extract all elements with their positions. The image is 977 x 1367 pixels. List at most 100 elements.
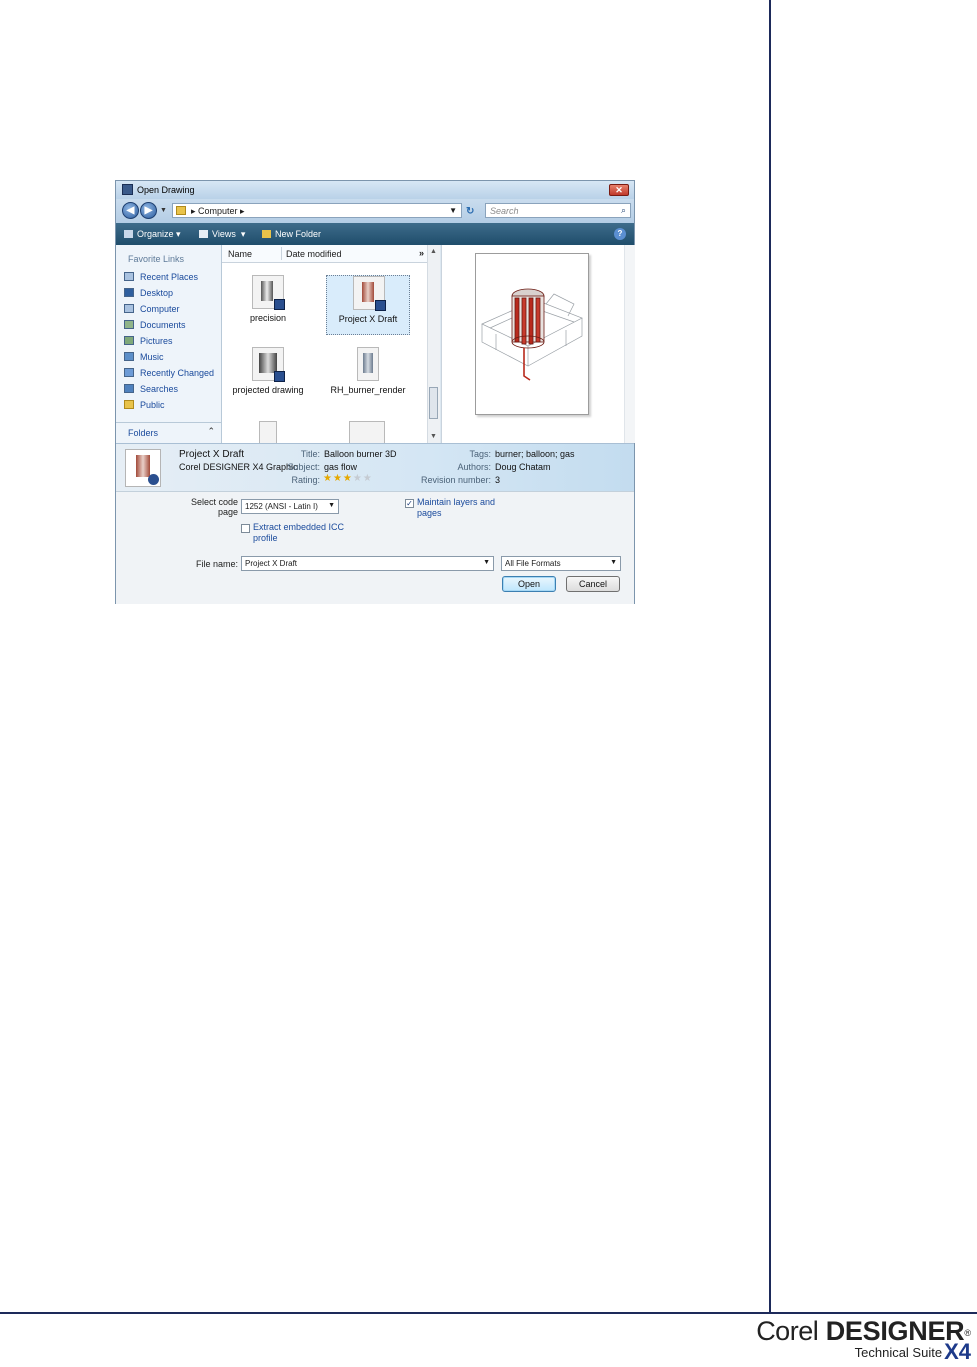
chevron-down-icon: ▼	[328, 502, 335, 509]
subject-label: Subject:	[287, 462, 320, 472]
file-type-select[interactable]: All File Formats ▼	[501, 556, 621, 571]
footer-rule	[0, 1312, 977, 1314]
rating-label: Rating:	[291, 475, 320, 485]
revision-value: 3	[495, 475, 501, 485]
refresh-icon[interactable]: ↻	[466, 206, 474, 217]
file-tile-partial[interactable]	[226, 417, 310, 443]
fav-item-documents[interactable]: Documents	[124, 320, 186, 330]
corel-designer-icon	[274, 371, 285, 382]
file-tile-project-x-draft[interactable]: Project X Draft	[326, 275, 410, 335]
address-bar[interactable]: ▸ Computer ▸ ▼	[172, 203, 462, 218]
file-tile-rh-burner-render[interactable]: RH_burner_render	[326, 343, 410, 403]
maintain-layers-label[interactable]: Maintain layers and pages	[417, 497, 495, 519]
more-columns-icon[interactable]: »	[419, 248, 424, 258]
title-value[interactable]: Balloon burner 3D	[324, 449, 397, 459]
authors-label: Authors:	[457, 462, 491, 472]
address-dropdown-icon[interactable]: ▼	[449, 206, 457, 215]
file-name-label: RH_burner_render	[330, 385, 406, 395]
chevron-down-icon[interactable]: ▼	[483, 559, 490, 566]
fav-item-desktop[interactable]: Desktop	[124, 288, 173, 298]
column-divider[interactable]	[281, 247, 282, 260]
corel-designer-icon	[274, 299, 285, 310]
authors-value[interactable]: Doug Chatam	[495, 462, 551, 472]
file-thumbnail	[349, 421, 385, 443]
search-input[interactable]: Search ⌕	[485, 203, 631, 218]
scroll-thumb[interactable]	[429, 387, 438, 419]
file-tile-precision[interactable]: precision	[226, 271, 310, 331]
preview-pane	[441, 245, 635, 443]
column-name-header[interactable]: Name	[228, 249, 252, 259]
forward-button[interactable]: ▶	[140, 202, 157, 219]
dialog-title: Open Drawing	[137, 185, 195, 195]
file-thumbnail	[252, 275, 285, 310]
code-page-select[interactable]: 1252 (ANSI - Latin I) ▼	[241, 499, 339, 514]
open-drawing-dialog: Open Drawing ✕ ◀ ▶ ▼ ▸ Computer ▸ ▼ ↻ Se…	[115, 180, 635, 604]
cancel-button[interactable]: Cancel	[566, 576, 620, 592]
preview-scrollbar[interactable]	[624, 245, 635, 443]
tags-value[interactable]: burner; balloon; gas	[495, 449, 575, 459]
computer-icon	[124, 304, 134, 313]
app-icon	[122, 184, 133, 195]
fav-item-public[interactable]: Public	[124, 400, 165, 410]
fav-item-label: Public	[140, 400, 165, 410]
search-icon[interactable]: ⌕	[621, 205, 626, 216]
burner-drawing-preview	[481, 288, 583, 381]
help-icon[interactable]: ?	[614, 228, 626, 240]
organize-button[interactable]: Organize ▾	[124, 229, 181, 240]
search-placeholder: Search	[490, 206, 519, 216]
fav-item-searches[interactable]: Searches	[124, 384, 178, 394]
extract-icc-label[interactable]: Extract embedded ICC profile	[253, 522, 344, 544]
navigation-bar: ◀ ▶ ▼ ▸ Computer ▸ ▼ ↻ Search ⌕	[116, 199, 634, 223]
scroll-down-icon[interactable]: ▼	[430, 433, 437, 440]
favorite-links-header: Favorite Links	[128, 254, 185, 264]
file-tile-projected-drawing[interactable]: projected drawing	[226, 343, 310, 403]
brand-suite: Technical Suite	[854, 1345, 943, 1360]
fav-item-computer[interactable]: Computer	[124, 304, 180, 314]
views-icon	[199, 230, 208, 238]
fav-item-label: Recent Places	[140, 272, 199, 282]
file-list-pane: Name Date modified » precision Project X…	[222, 245, 440, 443]
command-toolbar: Organize ▾ Views ▾ New Folder ?	[116, 223, 634, 245]
file-name-label: projected drawing	[232, 385, 304, 395]
file-name-input[interactable]: Project X Draft ▼	[241, 556, 494, 571]
file-name-label: Project X Draft	[338, 314, 398, 324]
file-name-label: File name:	[195, 559, 238, 569]
favorite-links-pane: Favorite Links Recent Places Desktop Com…	[116, 245, 222, 443]
new-folder-button[interactable]: New Folder	[262, 229, 321, 239]
fav-item-pictures[interactable]: Pictures	[124, 336, 173, 346]
fav-item-label: Computer	[140, 304, 180, 314]
organize-icon	[124, 230, 133, 238]
scroll-up-icon[interactable]: ▲	[430, 248, 437, 255]
file-thumbnail	[259, 421, 277, 443]
open-options: Select code page 1252 (ANSI - Latin I) ▼…	[116, 491, 634, 604]
fav-item-recently-changed[interactable]: Recently Changed	[124, 368, 214, 378]
brand-x4: X4	[944, 1339, 971, 1364]
fav-item-recent-places[interactable]: Recent Places	[124, 272, 198, 282]
rating-stars[interactable]: ★★★★★	[323, 473, 373, 484]
title-label: Title:	[300, 449, 320, 459]
extract-icc-checkbox[interactable]	[241, 524, 250, 533]
new-folder-label: New Folder	[275, 229, 322, 239]
column-date-header[interactable]: Date modified	[286, 249, 342, 259]
code-page-value: 1252 (ANSI - Latin I)	[245, 502, 318, 511]
views-button[interactable]: Views ▾	[199, 229, 245, 240]
views-label: Views	[212, 229, 236, 239]
organize-label: Organize	[137, 229, 174, 239]
subject-value[interactable]: gas flow	[324, 462, 357, 472]
maintain-layers-checkbox[interactable]: ✓	[405, 499, 414, 508]
recent-pages-dropdown-icon[interactable]: ▼	[160, 207, 167, 214]
file-tile-partial[interactable]	[326, 417, 410, 443]
folders-toggle[interactable]: Folders ⌃	[116, 422, 221, 443]
folders-label: Folders	[128, 428, 159, 438]
open-button[interactable]: Open	[502, 576, 556, 592]
documents-icon	[124, 320, 134, 329]
back-button[interactable]: ◀	[122, 202, 139, 219]
close-button[interactable]: ✕	[609, 184, 629, 196]
fav-item-music[interactable]: Music	[124, 352, 164, 362]
file-thumbnail	[252, 347, 285, 382]
file-list-scrollbar[interactable]: ▲ ▼	[427, 245, 440, 443]
file-thumbnail	[357, 347, 379, 381]
corel-designer-icon	[148, 474, 159, 485]
fav-item-label: Desktop	[140, 288, 174, 298]
file-type-value: All File Formats	[505, 559, 561, 568]
